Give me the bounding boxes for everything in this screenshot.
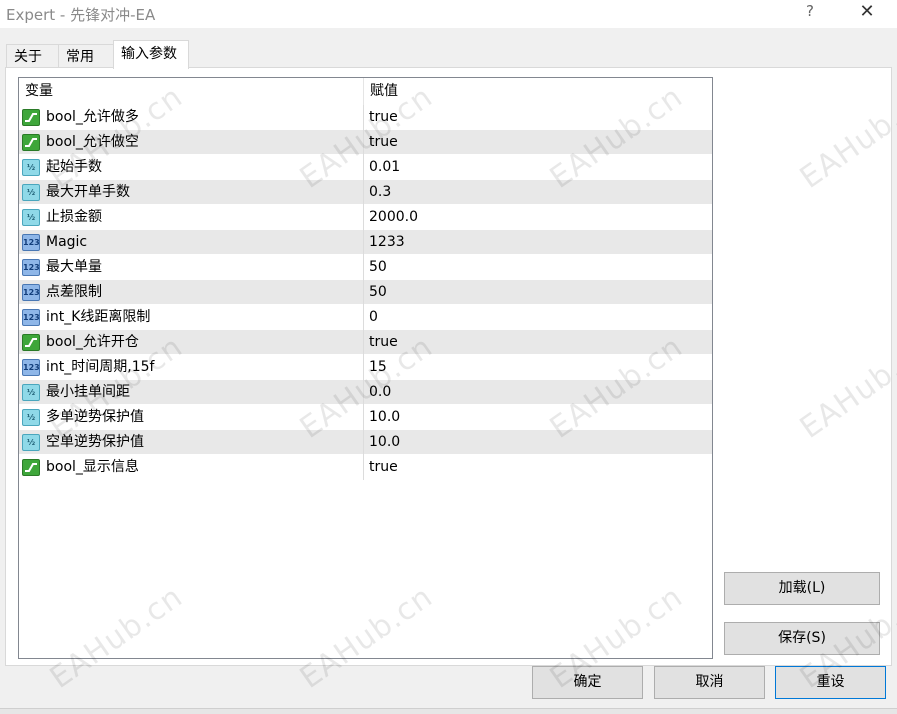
value-cell[interactable]: 10.0 bbox=[364, 430, 712, 455]
double-type-icon: ½ bbox=[22, 159, 40, 176]
int-type-icon: 123 bbox=[22, 234, 40, 251]
variable-cell[interactable]: 123 int_K线距离限制 bbox=[19, 305, 364, 330]
variable-name: 起始手数 bbox=[46, 159, 102, 175]
variable-name: 点差限制 bbox=[46, 284, 102, 300]
table-row[interactable]: ½ 空单逆势保护值 10.0 bbox=[19, 430, 712, 455]
bool-type-icon bbox=[22, 459, 40, 476]
help-icon[interactable]: ? bbox=[800, 2, 820, 24]
variable-name: 最小挂单间距 bbox=[46, 384, 130, 400]
int-type-icon: 123 bbox=[22, 359, 40, 376]
bool-type-icon bbox=[22, 334, 40, 351]
value-cell[interactable]: true bbox=[364, 330, 712, 355]
table-row[interactable]: bool_显示信息 true bbox=[19, 455, 712, 480]
column-header-variable[interactable]: 变量 bbox=[19, 78, 364, 105]
value-cell[interactable]: 0 bbox=[364, 305, 712, 330]
parameters-table[interactable]: 变量 赋值 bool_允许做多 true bool_允许做空 true ½ 起始手数 0.0… bbox=[18, 77, 713, 659]
table-row[interactable]: 123 最大单量 50 bbox=[19, 255, 712, 280]
close-icon[interactable]: ✕ bbox=[852, 0, 882, 26]
variable-cell[interactable]: bool_允许做空 bbox=[19, 130, 364, 155]
variable-cell[interactable]: 123 最大单量 bbox=[19, 255, 364, 280]
bool-type-icon bbox=[22, 134, 40, 151]
load-button[interactable]: 加载(L) bbox=[724, 572, 880, 605]
table-header: 变量 赋值 bbox=[19, 78, 712, 105]
variable-cell[interactable]: 123 Magic bbox=[19, 230, 364, 255]
table-row[interactable]: ½ 止损金额 2000.0 bbox=[19, 205, 712, 230]
tab-inputs[interactable]: 输入参数 bbox=[113, 40, 189, 69]
table-row[interactable]: 123 Magic 1233 bbox=[19, 230, 712, 255]
variable-name: Magic bbox=[46, 234, 88, 250]
variable-cell[interactable]: ½ 空单逆势保护值 bbox=[19, 430, 364, 455]
double-type-icon: ½ bbox=[22, 184, 40, 201]
value-cell[interactable]: 0.01 bbox=[364, 155, 712, 180]
table-row[interactable]: bool_允许做多 true bbox=[19, 105, 712, 130]
value-cell[interactable]: 2000.0 bbox=[364, 205, 712, 230]
value-cell[interactable]: 10.0 bbox=[364, 405, 712, 430]
table-row[interactable]: ½ 最小挂单间距 0.0 bbox=[19, 380, 712, 405]
variable-cell[interactable]: 123 点差限制 bbox=[19, 280, 364, 305]
value-cell[interactable]: 0.0 bbox=[364, 380, 712, 405]
tab-common[interactable]: 常用 bbox=[58, 44, 114, 68]
variable-name: bool_允许做多 bbox=[46, 109, 139, 125]
variable-cell[interactable]: ½ 最小挂单间距 bbox=[19, 380, 364, 405]
variable-name: 最大开单手数 bbox=[46, 184, 130, 200]
window-bottom-edge bbox=[0, 708, 897, 714]
value-cell[interactable]: 0.3 bbox=[364, 180, 712, 205]
variable-name: bool_显示信息 bbox=[46, 459, 139, 475]
bool-type-icon bbox=[22, 109, 40, 126]
variable-cell[interactable]: bool_允许开仓 bbox=[19, 330, 364, 355]
table-body: bool_允许做多 true bool_允许做空 true ½ 起始手数 0.01 ½ 最大开单… bbox=[19, 105, 712, 480]
variable-cell[interactable]: 123 int_时间周期,15f bbox=[19, 355, 364, 380]
tab-panel-inputs: 变量 赋值 bool_允许做多 true bool_允许做空 true ½ 起始手数 0.0… bbox=[5, 67, 892, 666]
column-header-value[interactable]: 赋值 bbox=[364, 78, 712, 105]
variable-name: bool_允许开仓 bbox=[46, 334, 139, 350]
value-cell[interactable]: true bbox=[364, 130, 712, 155]
reset-button[interactable]: 重设 bbox=[775, 666, 886, 699]
tab-about[interactable]: 关于 bbox=[6, 44, 59, 68]
window-title: Expert - 先锋对冲-EA bbox=[6, 6, 156, 24]
table-row[interactable]: 123 int_K线距离限制 0 bbox=[19, 305, 712, 330]
title-bar: Expert - 先锋对冲-EA ? ✕ bbox=[0, 0, 897, 28]
double-type-icon: ½ bbox=[22, 434, 40, 451]
variable-name: int_时间周期,15f bbox=[46, 359, 155, 375]
variable-name: 最大单量 bbox=[46, 259, 102, 275]
variable-cell[interactable]: ½ 起始手数 bbox=[19, 155, 364, 180]
variable-name: bool_允许做空 bbox=[46, 134, 139, 150]
int-type-icon: 123 bbox=[22, 284, 40, 301]
variable-cell[interactable]: ½ 最大开单手数 bbox=[19, 180, 364, 205]
value-cell[interactable]: true bbox=[364, 455, 712, 480]
double-type-icon: ½ bbox=[22, 384, 40, 401]
table-row[interactable]: 123 点差限制 50 bbox=[19, 280, 712, 305]
table-row[interactable]: 123 int_时间周期,15f 15 bbox=[19, 355, 712, 380]
cancel-button[interactable]: 取消 bbox=[654, 666, 765, 699]
variable-cell[interactable]: ½ 多单逆势保护值 bbox=[19, 405, 364, 430]
value-cell[interactable]: true bbox=[364, 105, 712, 130]
table-row[interactable]: bool_允许做空 true bbox=[19, 130, 712, 155]
variable-name: 空单逆势保护值 bbox=[46, 434, 144, 450]
save-button[interactable]: 保存(S) bbox=[724, 622, 880, 655]
variable-cell[interactable]: ½ 止损金额 bbox=[19, 205, 364, 230]
value-cell[interactable]: 15 bbox=[364, 355, 712, 380]
ok-button[interactable]: 确定 bbox=[532, 666, 643, 699]
table-row[interactable]: ½ 起始手数 0.01 bbox=[19, 155, 712, 180]
double-type-icon: ½ bbox=[22, 409, 40, 426]
variable-cell[interactable]: bool_显示信息 bbox=[19, 455, 364, 480]
value-cell[interactable]: 50 bbox=[364, 255, 712, 280]
int-type-icon: 123 bbox=[22, 259, 40, 276]
variable-cell[interactable]: bool_允许做多 bbox=[19, 105, 364, 130]
table-row[interactable]: ½ 多单逆势保护值 10.0 bbox=[19, 405, 712, 430]
variable-name: 多单逆势保护值 bbox=[46, 409, 144, 425]
value-cell[interactable]: 1233 bbox=[364, 230, 712, 255]
variable-name: int_K线距离限制 bbox=[46, 309, 151, 325]
table-row[interactable]: ½ 最大开单手数 0.3 bbox=[19, 180, 712, 205]
value-cell[interactable]: 50 bbox=[364, 280, 712, 305]
table-row[interactable]: bool_允许开仓 true bbox=[19, 330, 712, 355]
variable-name: 止损金额 bbox=[46, 209, 102, 225]
double-type-icon: ½ bbox=[22, 209, 40, 226]
int-type-icon: 123 bbox=[22, 309, 40, 326]
